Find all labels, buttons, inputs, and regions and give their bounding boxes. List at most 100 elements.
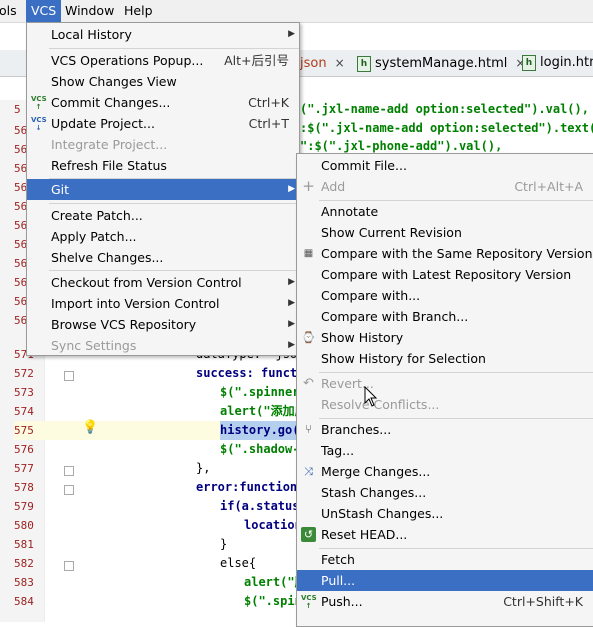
code-line: } [220, 537, 228, 551]
menu-item-sync-settings: Sync Settings ▶ [27, 335, 299, 356]
line-number: 577 [14, 462, 34, 475]
code-line: error:function( [196, 480, 305, 494]
menu-item-resolve-conflicts: Resolve Conflicts... [321, 397, 440, 412]
menu-item-compare-with[interactable]: Compare with... [297, 285, 593, 306]
menu-item-apply-patch[interactable]: Apply Patch... [27, 226, 299, 247]
line-number: 572 [14, 367, 34, 380]
menu-item-shelve-changes[interactable]: Shelve Changes... [27, 247, 299, 268]
menu-item-pull[interactable]: Pull... [297, 570, 593, 591]
menu-item-checkout[interactable]: Checkout from Version Control ▶ [27, 272, 299, 293]
submenu-arrow-icon: ▶ [288, 340, 295, 350]
submenu-arrow-icon: ▶ [288, 29, 295, 39]
menu-item-commit-file[interactable]: Commit File... [297, 155, 593, 176]
line-number: 584 [14, 595, 34, 608]
vcs-push-icon: VCS ↑ [301, 594, 317, 610]
fold-marker-icon[interactable] [64, 561, 74, 571]
line-number: 583 [14, 576, 34, 589]
line-number: 582 [14, 557, 34, 570]
menu-vcs[interactable]: VCS [26, 0, 62, 22]
menu-item-push[interactable]: VCS ↑ Push... Ctrl+Shift+K [297, 591, 593, 612]
menu-help[interactable]: Help [119, 0, 158, 22]
code-line: (".jxl-name-add option:selected").val(), [300, 102, 589, 116]
tab-systemmanage[interactable]: h systemManage.html × [357, 52, 525, 74]
menu-item-compare-same-repository[interactable]: ▦ Compare with the Same Repository Versi… [297, 243, 593, 264]
menu-item-commit-changes[interactable]: VCS ↑ Commit Changes... Ctrl+K [27, 92, 299, 113]
menu-item-compare-latest-repository[interactable]: Compare with Latest Repository Version [297, 264, 593, 285]
line-number: 573 [14, 386, 34, 399]
tab-login[interactable]: h login.htm [522, 52, 593, 74]
tab-label: login.htm [540, 55, 593, 70]
menu-item-refresh-file-status[interactable]: Refresh File Status [27, 155, 299, 176]
vcs-update-icon: VCS ↓ [31, 116, 47, 132]
menu-item-branches[interactable]: ⑂ Branches... [297, 419, 593, 440]
menu-item-show-history-selection[interactable]: Show History for Selection [297, 348, 593, 369]
menu-item-tag[interactable]: Tag... [297, 440, 593, 461]
git-submenu: Commit File... + Add Ctrl+Alt+A Annotate … [296, 153, 593, 627]
close-icon[interactable]: × [335, 56, 345, 70]
menu-item-unstash-changes[interactable]: UnStash Changes... [297, 503, 593, 524]
line-number: 581 [14, 538, 34, 551]
fold-marker-icon[interactable] [64, 466, 74, 476]
menu-item-revert: ↶ Revert... [297, 373, 593, 394]
vcs-menu: Local History ▶ VCS Operations Popup... Al… [26, 22, 300, 356]
menu-item-show-changes-view[interactable]: Show Changes View [27, 71, 299, 92]
menu-item-add: + Add Ctrl+Alt+A [302, 177, 583, 195]
tab-label: systemManage.html [375, 56, 508, 71]
code-line: $(".spinner [220, 385, 300, 399]
code-line: location [244, 518, 302, 532]
line-number: 580 [14, 519, 34, 532]
reset-icon: ↺ [301, 527, 316, 542]
menu-item-import[interactable]: Import into Version Control ▶ [27, 293, 299, 314]
html-file-icon: h [522, 54, 536, 71]
fold-marker-icon[interactable] [64, 485, 74, 495]
menu-item-fetch[interactable]: Fetch [297, 549, 593, 570]
mouse-cursor-icon [364, 386, 378, 407]
fold-marker-icon[interactable] [64, 371, 74, 381]
menu-item-create-patch[interactable]: Create Patch... [27, 205, 299, 226]
line-number: 574 [14, 405, 34, 418]
menu-item-integrate-project: Integrate Project... [51, 137, 168, 152]
menu-tools[interactable]: ols [0, 0, 22, 22]
lightbulb-icon[interactable]: 💡 [82, 420, 98, 438]
vcs-commit-icon: VCS ↑ [31, 95, 47, 111]
tab-json[interactable]: json × [300, 52, 345, 74]
menu-item-stash-changes[interactable]: Stash Changes... [297, 482, 593, 503]
code-line: $(".shadow- [220, 442, 300, 456]
menu-separator [49, 203, 299, 204]
code-line: if(a.status [220, 499, 300, 513]
code-line-selected: history.go(0 [220, 421, 307, 440]
menu-item-annotate[interactable]: Annotate [297, 201, 593, 222]
compare-icon: ▦ [303, 248, 314, 259]
line-number: 576 [14, 443, 34, 456]
menu-item-reset-head[interactable]: ↺ Reset HEAD... [297, 524, 593, 545]
line-number: 575 [14, 421, 44, 440]
html-file-icon: h [357, 55, 371, 72]
code-line: :$(".jxl-name-add option:selected").text… [300, 121, 593, 135]
branch-icon: ⑂ [304, 422, 313, 436]
menu-separator [49, 270, 299, 271]
menu-item-local-history[interactable]: Local History ▶ [27, 24, 299, 45]
menu-window[interactable]: Window [60, 0, 119, 22]
menu-item-browse-vcs-repository[interactable]: Browse VCS Repository ▶ [27, 314, 299, 335]
menu-item-compare-with-branch[interactable]: Compare with Branch... [297, 306, 593, 327]
menu-item-show-history[interactable]: ⌚ Show History [297, 327, 593, 348]
menu-bar: ols VCS Window Help [0, 0, 593, 23]
code-line: else{ [220, 556, 257, 570]
code-line: }, [196, 461, 211, 475]
line-number: 578 [14, 481, 34, 494]
history-icon: ⌚ [301, 331, 316, 344]
code-line: $(".spin [244, 594, 302, 608]
tab-label: json [300, 56, 327, 71]
line-number: 579 [14, 500, 34, 513]
submenu-arrow-icon: ▶ [288, 277, 295, 287]
menu-item-git[interactable]: Git ▶ [27, 179, 299, 200]
menu-item-update-project[interactable]: VCS ↓ Update Project... Ctrl+T [27, 113, 299, 134]
plus-icon: + [302, 177, 315, 195]
merge-icon: ⤨ [304, 465, 313, 478]
menu-item-merge-changes[interactable]: ⤨ Merge Changes... [297, 461, 593, 482]
menu-separator [49, 48, 299, 49]
menu-item-vcs-operations-popup[interactable]: VCS Operations Popup... Alt+后引号 [27, 50, 299, 71]
menu-item-show-current-revision[interactable]: Show Current Revision [297, 222, 593, 243]
submenu-arrow-icon: ▶ [288, 298, 295, 308]
submenu-arrow-icon: ▶ [288, 184, 295, 194]
